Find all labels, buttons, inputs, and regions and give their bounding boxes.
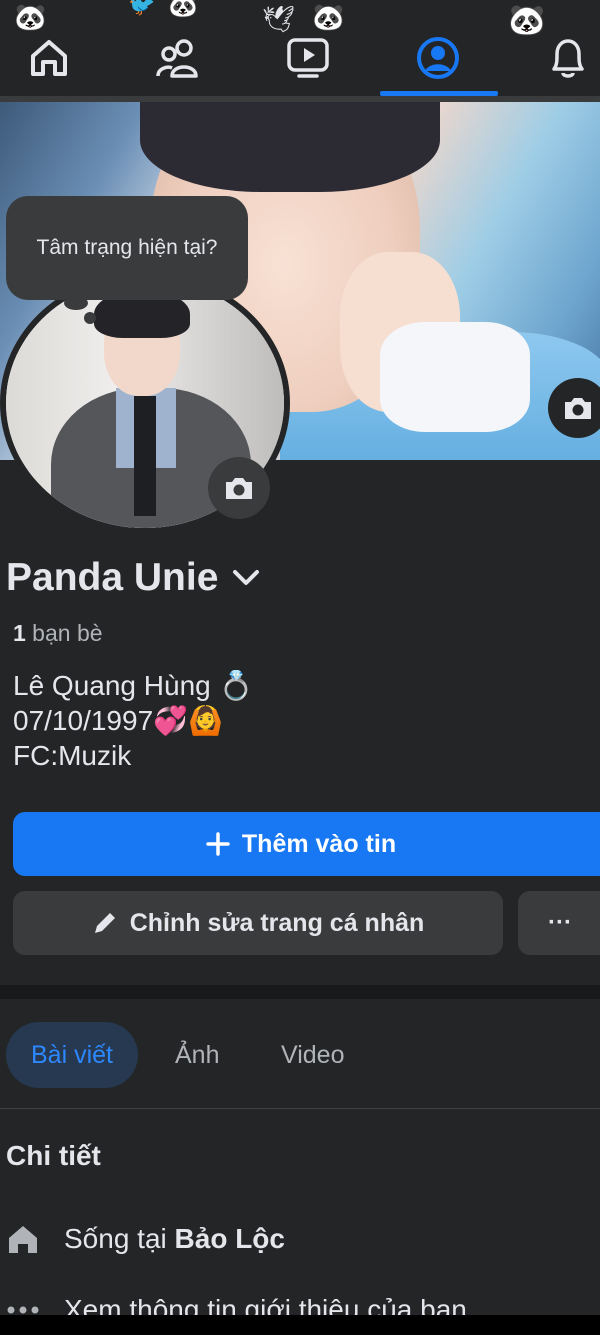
bio-line: FC:Muzik xyxy=(13,740,132,771)
tabs-divider xyxy=(0,1108,600,1109)
profile-name: Panda Unie xyxy=(6,556,219,599)
home-filled-icon xyxy=(9,1226,37,1253)
avatar-tie xyxy=(134,396,156,516)
nav-profile[interactable] xyxy=(408,30,468,86)
camera-icon xyxy=(226,478,252,499)
mood-bubble-text: Tâm trạng hiện tại? xyxy=(36,236,218,259)
nav-home[interactable] xyxy=(19,30,79,86)
profile-name-row[interactable]: Panda Unie xyxy=(6,556,260,600)
profile-icon xyxy=(417,37,459,79)
more-options-icon: ··· xyxy=(548,909,572,936)
nav-notifications[interactable] xyxy=(538,30,598,86)
bio-line: Lê Quang Hùng 💍 xyxy=(13,670,254,701)
panda-sticker-icon: 🐼 xyxy=(14,2,47,32)
edit-profile-label: Chỉnh sửa trang cá nhân xyxy=(129,908,425,937)
friends-count-number: 1 xyxy=(13,620,26,646)
tab-photos[interactable]: Ảnh xyxy=(175,1022,219,1088)
top-navigation: 🐼 🐦 🐼 🕊 🐼 🐼 xyxy=(0,0,600,96)
tab-posts[interactable]: Bài viết xyxy=(6,1022,138,1088)
add-to-story-label: Thêm vào tin xyxy=(241,829,397,858)
home-icon xyxy=(31,40,67,76)
cover-sleeve xyxy=(380,322,530,432)
profile-bio: Lê Quang Hùng 💍 07/10/1997💞🙆 FC:Muzik xyxy=(13,668,253,773)
panda-sticker-icon: 🐼 xyxy=(312,2,345,32)
more-options-button[interactable]: ··· xyxy=(518,891,600,955)
nav-video[interactable] xyxy=(278,30,338,86)
tab-photos-label: Ảnh xyxy=(175,1040,220,1069)
nav-friends[interactable] xyxy=(148,30,208,86)
friends-count-label: bạn bè xyxy=(25,620,103,646)
video-icon xyxy=(287,38,329,78)
friends-count[interactable]: 1 bạn bè xyxy=(13,620,103,647)
cover-hair xyxy=(140,102,440,192)
bio-line: 07/10/1997💞🙆 xyxy=(13,705,223,736)
details-heading: Chi tiết xyxy=(6,1140,101,1171)
detail-lives-in: Sống tại Bảo Lộc xyxy=(6,1222,285,1256)
add-to-story-button[interactable]: Thêm vào tin xyxy=(13,812,600,876)
edit-profile-picture-button[interactable] xyxy=(208,457,270,519)
panda-sticker-icon: 🐼 xyxy=(168,0,198,19)
mood-bubble-tail xyxy=(64,296,88,310)
tab-videos[interactable]: Video xyxy=(281,1022,345,1088)
plus-icon xyxy=(206,832,230,856)
chevron-down-icon[interactable] xyxy=(232,569,260,587)
tab-videos-label: Video xyxy=(281,1040,345,1069)
bird-sticker-icon: 🐦 xyxy=(128,0,156,17)
edit-profile-button[interactable]: Chỉnh sửa trang cá nhân xyxy=(13,891,503,955)
pencil-icon xyxy=(94,913,115,933)
edit-cover-button[interactable] xyxy=(548,378,600,438)
mood-bubble-tail-dot xyxy=(84,312,96,324)
notifications-bell-icon xyxy=(552,39,584,78)
lives-in-prefix: Sống tại xyxy=(64,1223,175,1254)
camera-icon xyxy=(565,398,591,419)
lives-in-place: Bảo Lộc xyxy=(174,1223,285,1254)
tab-posts-label: Bài viết xyxy=(31,1040,113,1069)
bird-sticker-icon: 🕊 xyxy=(262,4,296,34)
system-bottom-bar xyxy=(0,1315,600,1335)
section-divider xyxy=(0,985,600,999)
friends-icon xyxy=(156,39,198,78)
mood-bubble[interactable]: Tâm trạng hiện tại? xyxy=(6,196,248,300)
